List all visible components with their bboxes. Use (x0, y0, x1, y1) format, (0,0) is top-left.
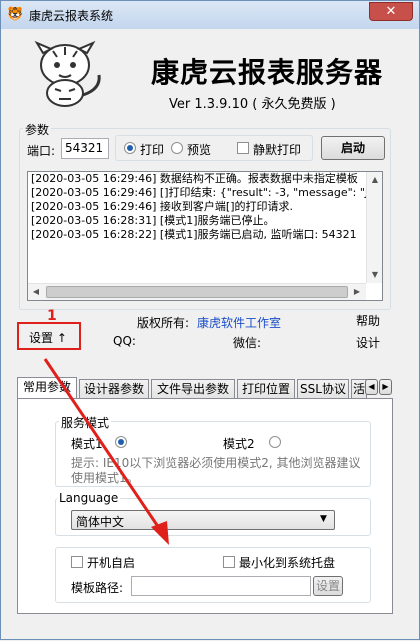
minimize-tray-label: 最小化到系统托盘 (239, 556, 336, 570)
copyright-label: 版权所有: (137, 316, 190, 330)
title-bar[interactable]: 🐯 康虎云报表系统 ✕ (1, 1, 419, 29)
close-icon: ✕ (385, 4, 397, 19)
service-mode-hint: 提示: IE10以下浏览器必须使用模式2, 其他浏览器建议使用模式1。 (71, 456, 361, 485)
print-radio[interactable] (124, 142, 136, 154)
tiger-logo (34, 40, 101, 107)
tab-designer-params[interactable]: 设计器参数 (79, 379, 149, 399)
app-name-title: 康虎云报表服务器 (151, 56, 384, 89)
qq-label: QQ: (113, 334, 136, 348)
design-button[interactable]: 设计 (356, 334, 380, 351)
log-line: [2020-03-05 16:29:46] []打印结束: {"result":… (31, 186, 383, 199)
log-textarea[interactable]: [2020-03-05 16:29:46] 数据结构不正确。报表数据中未指定模板… (27, 171, 383, 301)
app-tiger-icon: 🐯 (7, 7, 24, 22)
log-horizontal-scrollbar[interactable]: ◀ ▶ (28, 283, 366, 300)
window-title: 康虎云报表系统 (29, 9, 114, 23)
settings-toggle[interactable]: 设置 ↑ (29, 329, 67, 346)
scroll-left-icon[interactable]: ◀ (28, 284, 44, 300)
mode1-radio[interactable] (115, 436, 127, 448)
minimize-tray-checkbox[interactable] (223, 556, 235, 568)
template-path-input[interactable] (131, 576, 311, 596)
preview-radio[interactable] (171, 142, 183, 154)
log-line: [2020-03-05 16:29:46] 接收到客户端[]的打印请求. (31, 200, 293, 213)
mode2-radio[interactable] (269, 436, 281, 448)
autostart-checkbox[interactable] (71, 556, 83, 568)
language-label: Language (57, 491, 121, 505)
silent-print-label: 静默打印 (253, 143, 302, 157)
autostart-label: 开机自启 (87, 556, 136, 570)
chevron-down-icon: ▼ (320, 514, 327, 524)
close-button[interactable]: ✕ (369, 2, 413, 21)
port-input[interactable]: 54321 (61, 138, 109, 159)
template-path-label: 模板路径: (71, 581, 124, 595)
silent-print-checkbox[interactable] (237, 142, 249, 154)
language-selected: 简体中文 (76, 515, 125, 529)
settings-tabs: 常用参数 设计器参数 文件导出参数 打印位置 SSL协议 活 (17, 377, 381, 400)
log-vertical-scrollbar[interactable]: ▲ ▼ (366, 172, 382, 283)
mode1-label: 模式1 (71, 437, 103, 451)
tab-ssl[interactable]: SSL协议 (297, 379, 349, 399)
log-line: [2020-03-05 16:29:46] 数据结构不正确。报表数据中未指定模板 (31, 172, 358, 185)
start-button[interactable]: 启动 (321, 136, 385, 160)
log-line: [2020-03-05 16:28:22] [模式1]服务端已启动, 监听端口:… (31, 228, 357, 241)
scroll-up-icon[interactable]: ▲ (367, 172, 383, 188)
copyright-link[interactable]: 康虎软件工作室 (197, 314, 281, 331)
help-link[interactable]: 帮助 (356, 312, 380, 329)
port-label: 端口: (27, 144, 56, 158)
language-select[interactable]: 简体中文 ▼ (71, 510, 335, 530)
mode2-label: 模式2 (223, 437, 255, 451)
wechat-label: 微信: (233, 336, 262, 350)
tab-scroll-left-icon[interactable]: ◀ (365, 379, 378, 395)
tab-file-export-params[interactable]: 文件导出参数 (151, 379, 235, 399)
preview-radio-label: 预览 (187, 143, 212, 157)
template-path-button[interactable]: 设置 (313, 576, 343, 596)
service-mode-label: 服务模式 (59, 414, 112, 431)
scroll-thumb[interactable] (46, 286, 348, 298)
version-label: Ver 1.3.9.10 ( 永久免费版 ) (169, 97, 336, 112)
tab-common-params[interactable]: 常用参数 (17, 377, 77, 400)
print-radio-label: 打印 (140, 143, 165, 157)
scroll-right-icon[interactable]: ▶ (349, 284, 365, 300)
tab-scroll-right-icon[interactable]: ▶ (379, 379, 392, 395)
scroll-down-icon[interactable]: ▼ (367, 267, 383, 283)
params-group-label: 参数 (23, 121, 52, 138)
tab-print-position[interactable]: 打印位置 (237, 379, 295, 399)
app-window: 🐯 康虎云报表系统 ✕ 康虎云报表服务器 Ver 1.3.9.10 ( 永久免费… (0, 0, 420, 640)
log-line: [2020-03-05 16:28:31] [模式1]服务端已停止。 (31, 214, 275, 227)
